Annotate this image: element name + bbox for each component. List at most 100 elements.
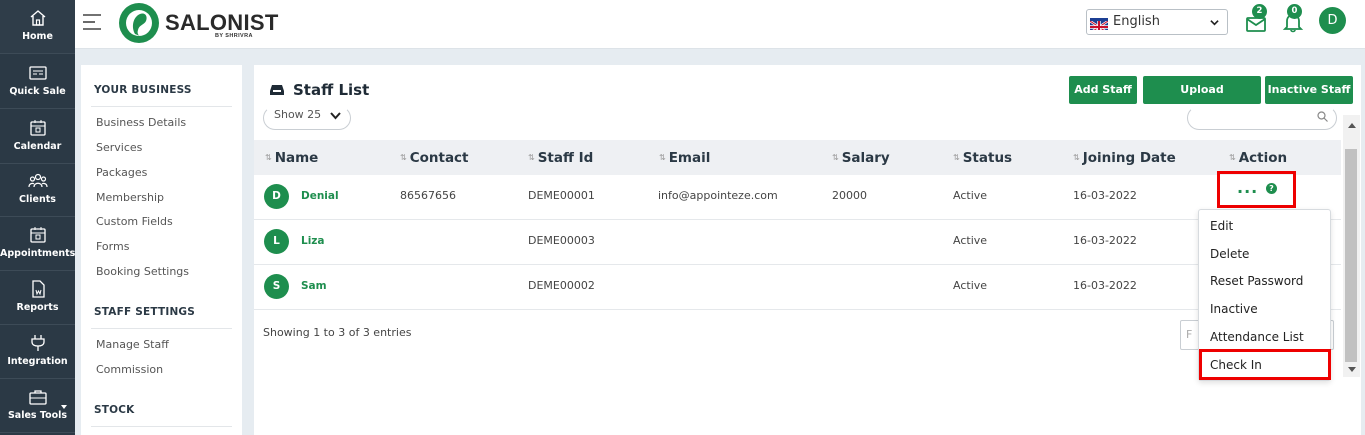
table-row: L Liza DEME00003 Active 16-03-2022 [254, 220, 1341, 265]
inactive-staff-button[interactable]: Inactive Staff [1265, 76, 1353, 104]
nav-calendar-label: Calendar [13, 141, 62, 152]
staff-id: DEME00001 [528, 189, 595, 202]
calendar-icon [29, 120, 46, 136]
staff-joining-date: 16-03-2022 [1073, 234, 1137, 247]
link-forms[interactable]: Forms [96, 240, 129, 253]
table-row: S Sam DEME00002 Active 16-03-2022 [254, 265, 1341, 310]
staff-name-link[interactable]: Denial [301, 190, 339, 202]
nav-reports-label: Reports [16, 302, 59, 313]
scrollbar-thumb[interactable] [1345, 149, 1357, 362]
col-name[interactable]: ⇅ Name [265, 150, 318, 166]
col-action[interactable]: ⇅ Action [1229, 150, 1287, 166]
staff-joining-date: 16-03-2022 [1073, 279, 1137, 292]
nav-calendar[interactable]: Calendar [0, 110, 75, 164]
entries-info: Showing 1 to 3 of 3 entries [263, 326, 412, 339]
staff-avatar: L [264, 229, 289, 254]
logo-subtitle: BY SHRIVRA [215, 33, 253, 39]
menu-item-inactive[interactable]: Inactive [1210, 302, 1258, 316]
add-staff-button[interactable]: Add Staff [1069, 76, 1137, 104]
left-nav: Home Quick Sale Calendar Clients Appoint… [0, 0, 75, 435]
sort-icon: ⇅ [659, 153, 666, 162]
staff-joining-date: 16-03-2022 [1073, 189, 1137, 202]
menu-item-attendance-list[interactable]: Attendance List [1210, 330, 1304, 344]
mail-count-badge: 2 [1252, 4, 1267, 19]
stock-heading: STOCK [94, 404, 135, 416]
scroll-down-arrow-icon[interactable] [1348, 367, 1356, 372]
nav-home-label: Home [22, 31, 53, 42]
nav-quick-sale-label: Quick Sale [9, 86, 66, 97]
chevron-down-icon [330, 112, 341, 120]
nav-quick-sale[interactable]: Quick Sale [0, 55, 75, 109]
sort-icon: ⇅ [265, 153, 272, 162]
nav-clients-label: Clients [19, 194, 56, 205]
col-contact[interactable]: ⇅ Contact [400, 150, 469, 166]
staff-id: DEME00003 [528, 234, 595, 247]
settings-sidebar: YOUR BUSINESS Business Details Services … [81, 65, 242, 435]
inbox-icon [270, 85, 284, 95]
staff-contact: 86567656 [400, 189, 456, 202]
calendar-check-icon [29, 227, 46, 243]
col-status[interactable]: ⇅ Status [953, 150, 1012, 166]
staff-id: DEME00002 [528, 279, 595, 292]
link-packages[interactable]: Packages [96, 166, 147, 179]
nav-appointments[interactable]: Appointments [0, 217, 75, 271]
staff-status: Active [953, 189, 988, 202]
nav-integration[interactable]: Integration [0, 325, 75, 379]
sort-icon: ⇅ [1073, 153, 1080, 162]
check-in-highlight [1199, 349, 1331, 380]
row-action-toggle[interactable]: ... ? [1217, 171, 1296, 208]
scroll-up-arrow-icon[interactable] [1348, 123, 1356, 128]
vertical-scrollbar[interactable] [1343, 115, 1360, 377]
report-icon [31, 280, 45, 298]
table-row: D Denial 86567656 DEME00001 info@appoint… [254, 175, 1341, 220]
staff-name-link[interactable]: Sam [301, 280, 327, 292]
link-business-details[interactable]: Business Details [96, 116, 186, 129]
sort-icon: ⇅ [1229, 153, 1236, 162]
divider [91, 106, 232, 107]
language-select[interactable]: English [1086, 9, 1228, 35]
user-avatar[interactable]: D [1319, 7, 1346, 34]
staff-name-link[interactable]: Liza [301, 235, 325, 247]
nav-home[interactable]: Home [0, 0, 75, 54]
nav-sales-tools-label: Sales Tools [7, 410, 68, 421]
col-email[interactable]: ⇅ Email [659, 150, 710, 166]
staff-avatar: D [264, 184, 289, 209]
nav-clients[interactable]: Clients [0, 163, 75, 217]
help-icon: ? [1266, 183, 1277, 194]
staff-avatar: S [264, 274, 289, 299]
staff-status: Active [953, 234, 988, 247]
nav-integration-label: Integration [7, 356, 68, 367]
col-salary[interactable]: ⇅ Salary [832, 150, 890, 166]
page-size-select[interactable]: Show 25 [263, 106, 351, 130]
users-icon [27, 173, 48, 188]
link-custom-fields[interactable]: Custom Fields [96, 215, 173, 228]
sort-icon: ⇅ [832, 153, 839, 162]
staff-salary: 20000 [832, 189, 867, 202]
link-commission[interactable]: Commission [96, 363, 163, 376]
sort-icon: ⇅ [528, 153, 535, 162]
search-input[interactable] [1187, 106, 1337, 130]
divider [91, 426, 232, 427]
menu-item-edit[interactable]: Edit [1210, 219, 1233, 233]
menu-item-reset-password[interactable]: Reset Password [1210, 274, 1303, 288]
divider [91, 328, 232, 329]
link-services[interactable]: Services [96, 141, 142, 154]
col-staff-id[interactable]: ⇅ Staff Id [528, 150, 593, 166]
table-header: ⇅ Name ⇅ Contact ⇅ Staff Id ⇅ Email ⇅ Salary … [254, 140, 1341, 175]
nav-sales-tools[interactable]: Sales Tools [0, 379, 75, 433]
hamburger-menu-icon[interactable] [83, 13, 103, 31]
link-manage-staff[interactable]: Manage Staff [96, 338, 169, 351]
upload-attendance-button[interactable]: Upload Attendance [1143, 76, 1261, 124]
menu-item-delete[interactable]: Delete [1210, 247, 1249, 261]
sort-icon: ⇅ [953, 153, 960, 162]
more-options-icon[interactable]: ... [1237, 178, 1258, 197]
page-size-value: Show 25 [274, 108, 322, 121]
col-joining-date[interactable]: ⇅ Joining Date [1073, 150, 1176, 166]
notification-count-badge: 0 [1287, 4, 1302, 19]
link-membership[interactable]: Membership [96, 191, 164, 204]
nav-reports[interactable]: Reports [0, 271, 75, 325]
your-business-heading: YOUR BUSINESS [94, 84, 192, 96]
link-booking-settings[interactable]: Booking Settings [96, 265, 189, 278]
caret-down-icon [61, 405, 67, 409]
staff-status: Active [953, 279, 988, 292]
